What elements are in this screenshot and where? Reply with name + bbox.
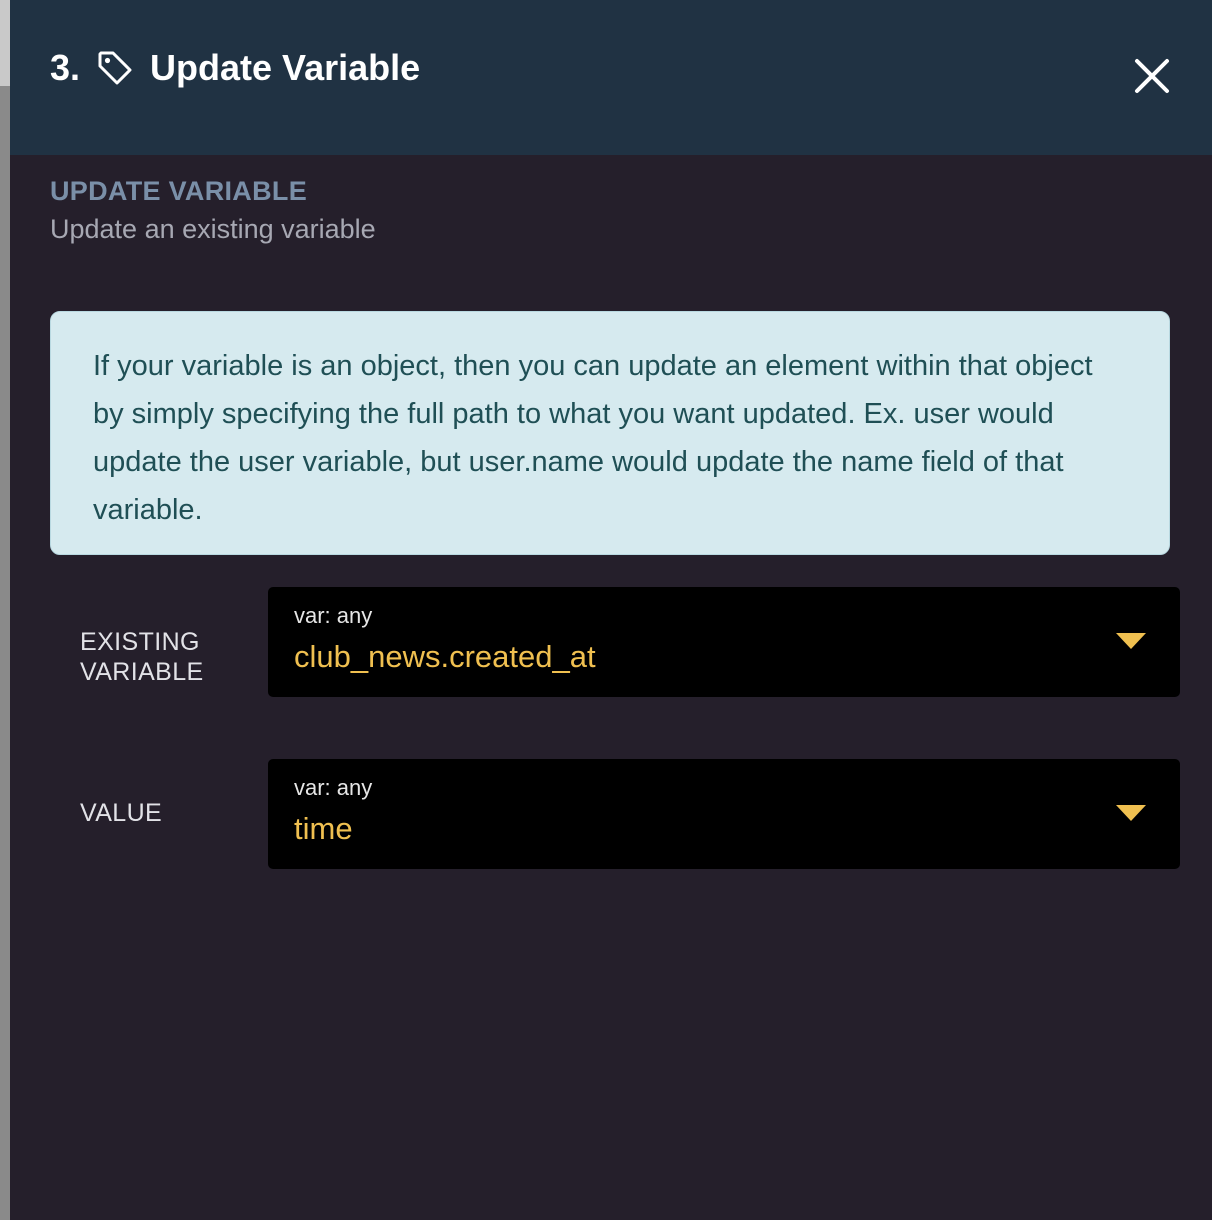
existing-variable-value: club_news.created_at — [294, 639, 596, 674]
panel-header: 3. Update Variable — [10, 0, 1212, 155]
close-icon — [1135, 59, 1169, 93]
scrollbar-thumb[interactable] — [0, 0, 10, 86]
step-number: 3. — [50, 47, 81, 88]
chevron-down-icon — [1116, 633, 1146, 649]
existing-variable-label: EXISTING VARIABLE — [80, 628, 204, 686]
left-scrollbar[interactable] — [0, 0, 10, 1220]
tag-icon — [96, 49, 134, 87]
update-variable-panel: 3. Update Variable UPDATE VARIABLE Updat… — [10, 0, 1212, 1220]
info-callout: If your variable is an object, then you … — [50, 311, 1170, 555]
value-label: VALUE — [80, 799, 163, 827]
chevron-down-icon — [1116, 805, 1146, 821]
value-select[interactable]: var: any time — [268, 759, 1180, 869]
value-value: time — [294, 811, 353, 846]
existing-variable-select[interactable]: var: any club_news.created_at — [268, 587, 1180, 697]
existing-variable-type: var: any — [294, 603, 373, 628]
panel-title-text: Update Variable — [150, 47, 421, 88]
info-text: If your variable is an object, then you … — [93, 350, 1093, 526]
value-type: var: any — [294, 775, 373, 800]
panel-title: 3. Update Variable — [50, 44, 420, 92]
section-heading: UPDATE VARIABLE — [50, 176, 308, 206]
close-button[interactable] — [1130, 54, 1174, 98]
section-description: Update an existing variable — [50, 214, 376, 244]
